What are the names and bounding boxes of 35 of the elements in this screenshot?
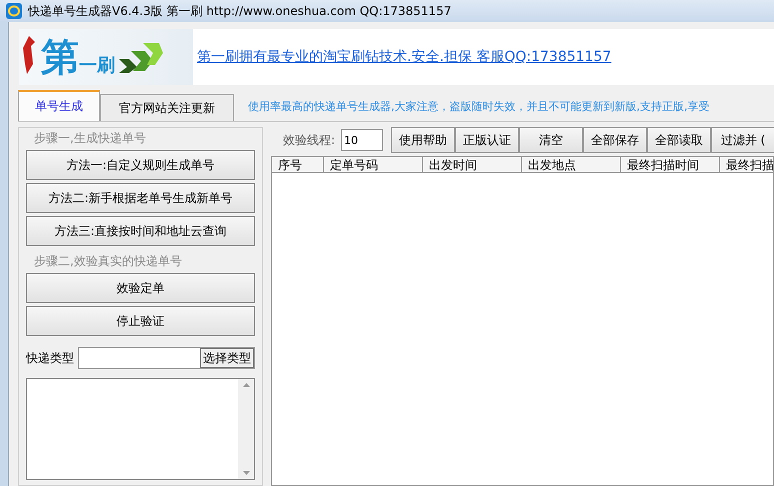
toolbar-button[interactable]: 正版认证 xyxy=(455,127,520,153)
toolbar-button[interactable]: 全部读取 xyxy=(647,127,712,153)
method-button[interactable]: 方法二:新手根据老单号生成新单号 xyxy=(26,183,255,213)
step-heading: 步骤二,效验真实的快递单号 xyxy=(33,253,183,270)
verify-button[interactable]: 停止验证 xyxy=(26,306,255,336)
column-header[interactable]: 最终扫描时间 xyxy=(621,157,720,173)
type-field[interactable]: 选择类型 xyxy=(78,347,255,369)
app-icon xyxy=(6,3,22,19)
column-header[interactable]: 出发地点 xyxy=(522,157,621,173)
method-button[interactable]: 方法三:直接按时间和地址云查询 xyxy=(26,216,255,246)
toolbar-button[interactable]: 使用帮助 xyxy=(391,127,456,153)
column-header[interactable]: 出发时间 xyxy=(423,157,522,173)
thread-label: 效验线程: xyxy=(283,132,336,148)
notice-text: 使用率最高的快递单号生成器,大家注意，盗版随时失效，并且不可能更新到新版,支持正版,享受 xyxy=(248,98,710,114)
text-area[interactable] xyxy=(26,378,255,480)
scroll-down-icon[interactable] xyxy=(242,471,250,475)
promo-link[interactable]: 第一刷拥有最专业的淘宝刷钻技术.安全.担保 客服QQ:173851157 xyxy=(197,48,612,66)
column-header[interactable]: 序号 xyxy=(272,157,324,173)
column-header[interactable]: 最终扫描 xyxy=(720,157,774,173)
scroll-up-icon[interactable] xyxy=(242,383,250,387)
logo: 第一刷 xyxy=(19,29,193,85)
step-heading: 步骤一,生成快递单号 xyxy=(33,130,147,147)
toolbar-button[interactable]: 清空 xyxy=(519,127,584,153)
thread-field[interactable]: 10 xyxy=(341,129,384,151)
type-label: 快递类型 xyxy=(26,350,74,366)
method-button[interactable]: 方法一:自定义规则生成单号 xyxy=(26,150,255,180)
toolbar-button[interactable]: 全部保存 xyxy=(583,127,648,153)
column-header[interactable]: 定单号码 xyxy=(324,157,423,173)
tab[interactable]: 单号生成 xyxy=(18,90,100,121)
select-type-button[interactable]: 选择类型 xyxy=(200,348,254,368)
window-title: 快递单号生成器V6.4.3版 第一刷 http://www.oneshua.com QQ:173851157 xyxy=(28,2,452,20)
scrollbar[interactable] xyxy=(238,379,254,479)
verify-button[interactable]: 效验定单 xyxy=(26,273,255,303)
toolbar-button[interactable]: 过滤并 ( xyxy=(711,127,774,153)
tab[interactable]: 官方网站关注更新 xyxy=(100,94,234,121)
